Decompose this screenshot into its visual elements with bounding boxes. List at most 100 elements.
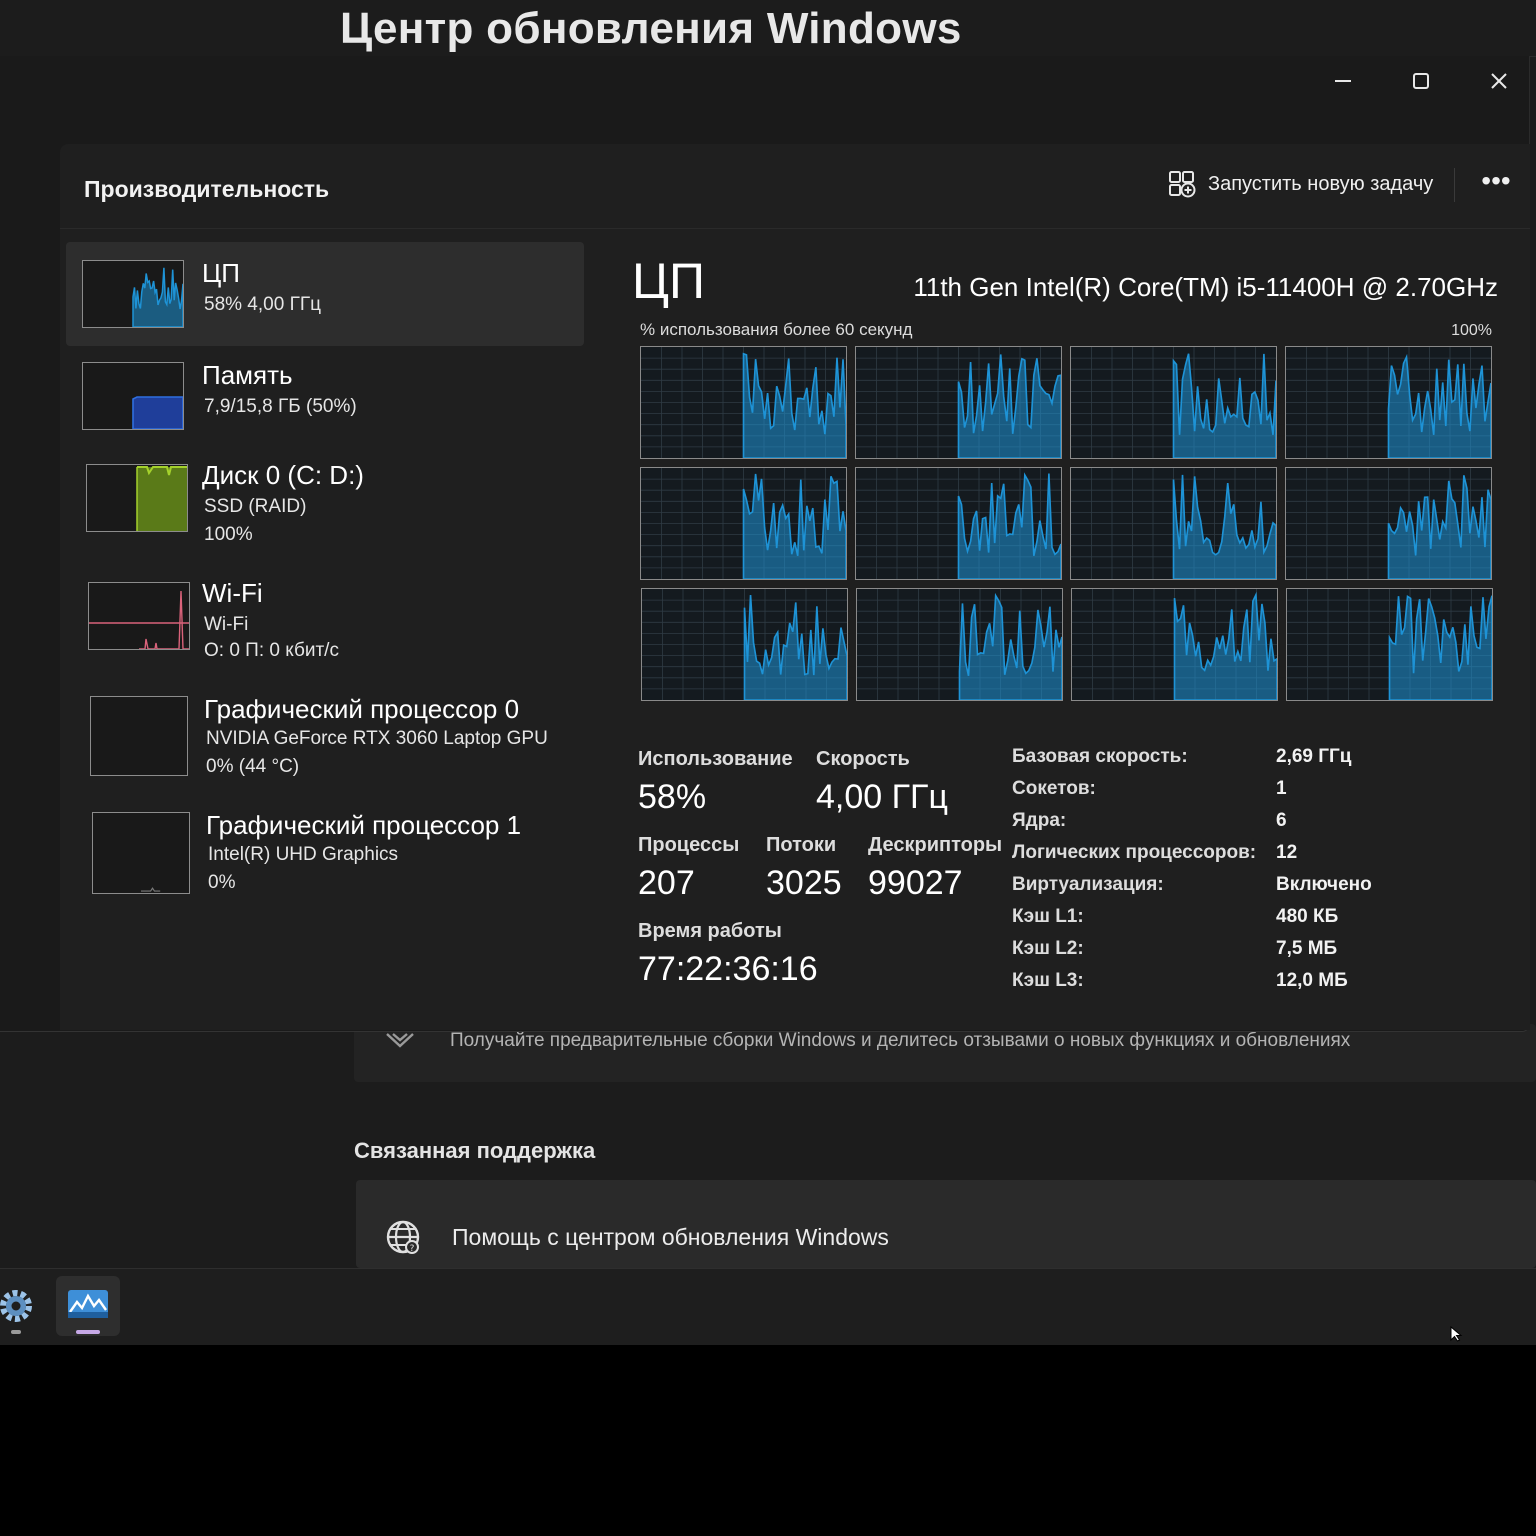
window-controls [1300, 58, 1536, 104]
sidebar-item-gpu-0[interactable]: Графический процессор 0 NVIDIA GeForce R… [66, 680, 584, 784]
info-key-sockets: Сокетов: [1012, 778, 1096, 799]
utilization-value: 58% [638, 778, 707, 816]
sidebar-item-title: Диск 0 (C: D:) [202, 460, 364, 490]
logical-processor-graph [640, 346, 847, 459]
taskbar [0, 1268, 1536, 1345]
logical-processor-plot [641, 347, 846, 458]
uptime-label: Время работы [638, 920, 782, 942]
graph-caption: % использования более 60 секунд [640, 320, 913, 339]
logical-processor-plot [1071, 347, 1276, 458]
sidebar-item-detail: 58% 4,00 ГГц [204, 294, 322, 315]
threads-label: Потоки [766, 834, 837, 856]
close-button[interactable] [1460, 58, 1536, 104]
logical-processor-plot [642, 589, 847, 700]
info-key-cores: Ядра: [1012, 810, 1067, 831]
run-new-task-button[interactable]: Запустить новую задачу [1160, 164, 1441, 204]
close-icon [1491, 73, 1507, 89]
maximize-button[interactable] [1382, 58, 1460, 104]
wifi-mini-graph [88, 582, 190, 650]
sidebar-item-title: Wi-Fi [202, 578, 263, 608]
usage-trace [1173, 591, 1277, 700]
processes-value: 207 [638, 864, 695, 902]
sidebar-item-gpu-1[interactable]: Графический процессор 1 Intel(R) UHD Gra… [66, 796, 584, 900]
sidebar-item-wifi[interactable]: Wi-Fi Wi-Fi О: 0 П: 0 кбит/с [66, 564, 584, 668]
cpu-heading: ЦП [632, 253, 705, 309]
logical-processor-plot [1071, 468, 1276, 579]
logical-processor-graph [1285, 467, 1492, 580]
sidebar-item-detail: 7,9/15,8 ГБ (50%) [204, 396, 357, 417]
logical-processor-graph [1285, 346, 1492, 459]
logical-processor-plot [1072, 589, 1277, 700]
run-new-task-label: Запустить новую задачу [1208, 172, 1434, 195]
logical-processor-plot [857, 589, 1062, 700]
cpu-mini-graph-plot [132, 267, 183, 327]
usage-trace [1387, 353, 1491, 458]
sidebar-item-detail: О: 0 П: 0 кбит/с [204, 640, 339, 661]
sidebar-item-memory[interactable]: Память 7,9/15,8 ГБ (50%) [66, 344, 584, 448]
logical-processor-graph [856, 588, 1063, 701]
minimize-icon [1335, 80, 1351, 82]
processes-label: Процессы [638, 834, 740, 856]
logical-processor-plot [856, 347, 1061, 458]
info-key-l1-cache: Кэш L1: [1012, 906, 1084, 927]
task-manager-icon [68, 1290, 108, 1318]
sidebar-item-detail: 0% (44 °C) [206, 756, 300, 777]
sidebar-item-title: Графический процессор 0 [204, 694, 520, 724]
logical-processor-graph [640, 467, 847, 580]
cpu-mini-graph [82, 260, 184, 328]
settings-window-title: Центр обновления Windows [340, 4, 962, 53]
gpu1-mini-graph-plot [141, 887, 161, 892]
taskbar-settings-button[interactable] [0, 1282, 40, 1338]
info-value-logical-processors: 12 [1276, 842, 1298, 863]
logical-processor-plot [641, 468, 846, 579]
usage-trace [957, 354, 1061, 458]
windows-update-help-link[interactable]: Помощь с центром обновления Windows [452, 1224, 889, 1251]
usage-trace [1387, 475, 1491, 579]
wifi-mini-graph-plot [89, 590, 189, 649]
logical-processor-plot [1287, 589, 1492, 700]
svg-text:?: ? [410, 1244, 415, 1254]
gear-icon [0, 1290, 32, 1334]
usage-trace [957, 472, 1061, 579]
info-value-l3-cache: 12,0 МБ [1276, 970, 1348, 991]
sidebar-item-detail: Intel(R) UHD Graphics [208, 844, 399, 865]
info-key-base-speed: Базовая скорость: [1012, 746, 1188, 767]
logical-processor-plot [1286, 347, 1491, 458]
info-key-logical-processors: Логических процессоров: [1012, 842, 1257, 863]
speed-value: 4,00 ГГц [816, 778, 948, 816]
threads-value: 3025 [766, 864, 842, 902]
sidebar-item-disk[interactable]: Диск 0 (C: D:) SSD (RAID) 100% [66, 446, 584, 550]
usage-trace [742, 473, 846, 579]
gpu0-mini-graph [90, 696, 188, 776]
logical-processor-graph [1286, 588, 1493, 701]
info-key-l3-cache: Кэш L3: [1012, 970, 1084, 991]
sidebar-item-detail: 0% [208, 872, 236, 893]
sidebar-item-detail: SSD (RAID) [204, 496, 307, 517]
maximize-icon [1413, 73, 1429, 89]
logical-processor-graph [855, 467, 1062, 580]
page-title: Производительность [84, 176, 330, 202]
related-support-heading: Связанная поддержка [354, 1138, 596, 1163]
sidebar-item-detail: Wi-Fi [204, 614, 249, 635]
taskbar-task-manager-button[interactable] [56, 1276, 120, 1336]
header-divider [60, 228, 1530, 229]
info-value-l1-cache: 480 КБ [1276, 906, 1339, 927]
logical-processor-plot [856, 468, 1061, 579]
minimize-button[interactable] [1304, 58, 1382, 104]
handles-value: 99027 [868, 864, 963, 902]
cpu-model-name: 11th Gen Intel(R) Core(TM) i5-11400H @ 2… [913, 272, 1498, 302]
sidebar-item-title: Память [202, 360, 293, 390]
sidebar-item-cpu[interactable]: ЦП 58% 4,00 ГГц [66, 242, 584, 346]
run-task-icon [1169, 171, 1196, 198]
memory-mini-graph [82, 362, 184, 430]
gpu1-mini-graph [92, 812, 190, 894]
sidebar-item-title: Графический процессор 1 [206, 810, 522, 840]
logical-processor-plot [1286, 468, 1491, 579]
mouse-cursor-icon [1450, 1326, 1463, 1342]
logical-processor-graph [1070, 467, 1277, 580]
info-value-virtualization: Включено [1276, 874, 1372, 895]
logical-processor-graph [1071, 588, 1278, 701]
disk-mini-graph-plot [136, 466, 187, 531]
more-options-button[interactable]: ••• [1476, 166, 1516, 202]
logical-processor-graphs [640, 346, 1493, 702]
